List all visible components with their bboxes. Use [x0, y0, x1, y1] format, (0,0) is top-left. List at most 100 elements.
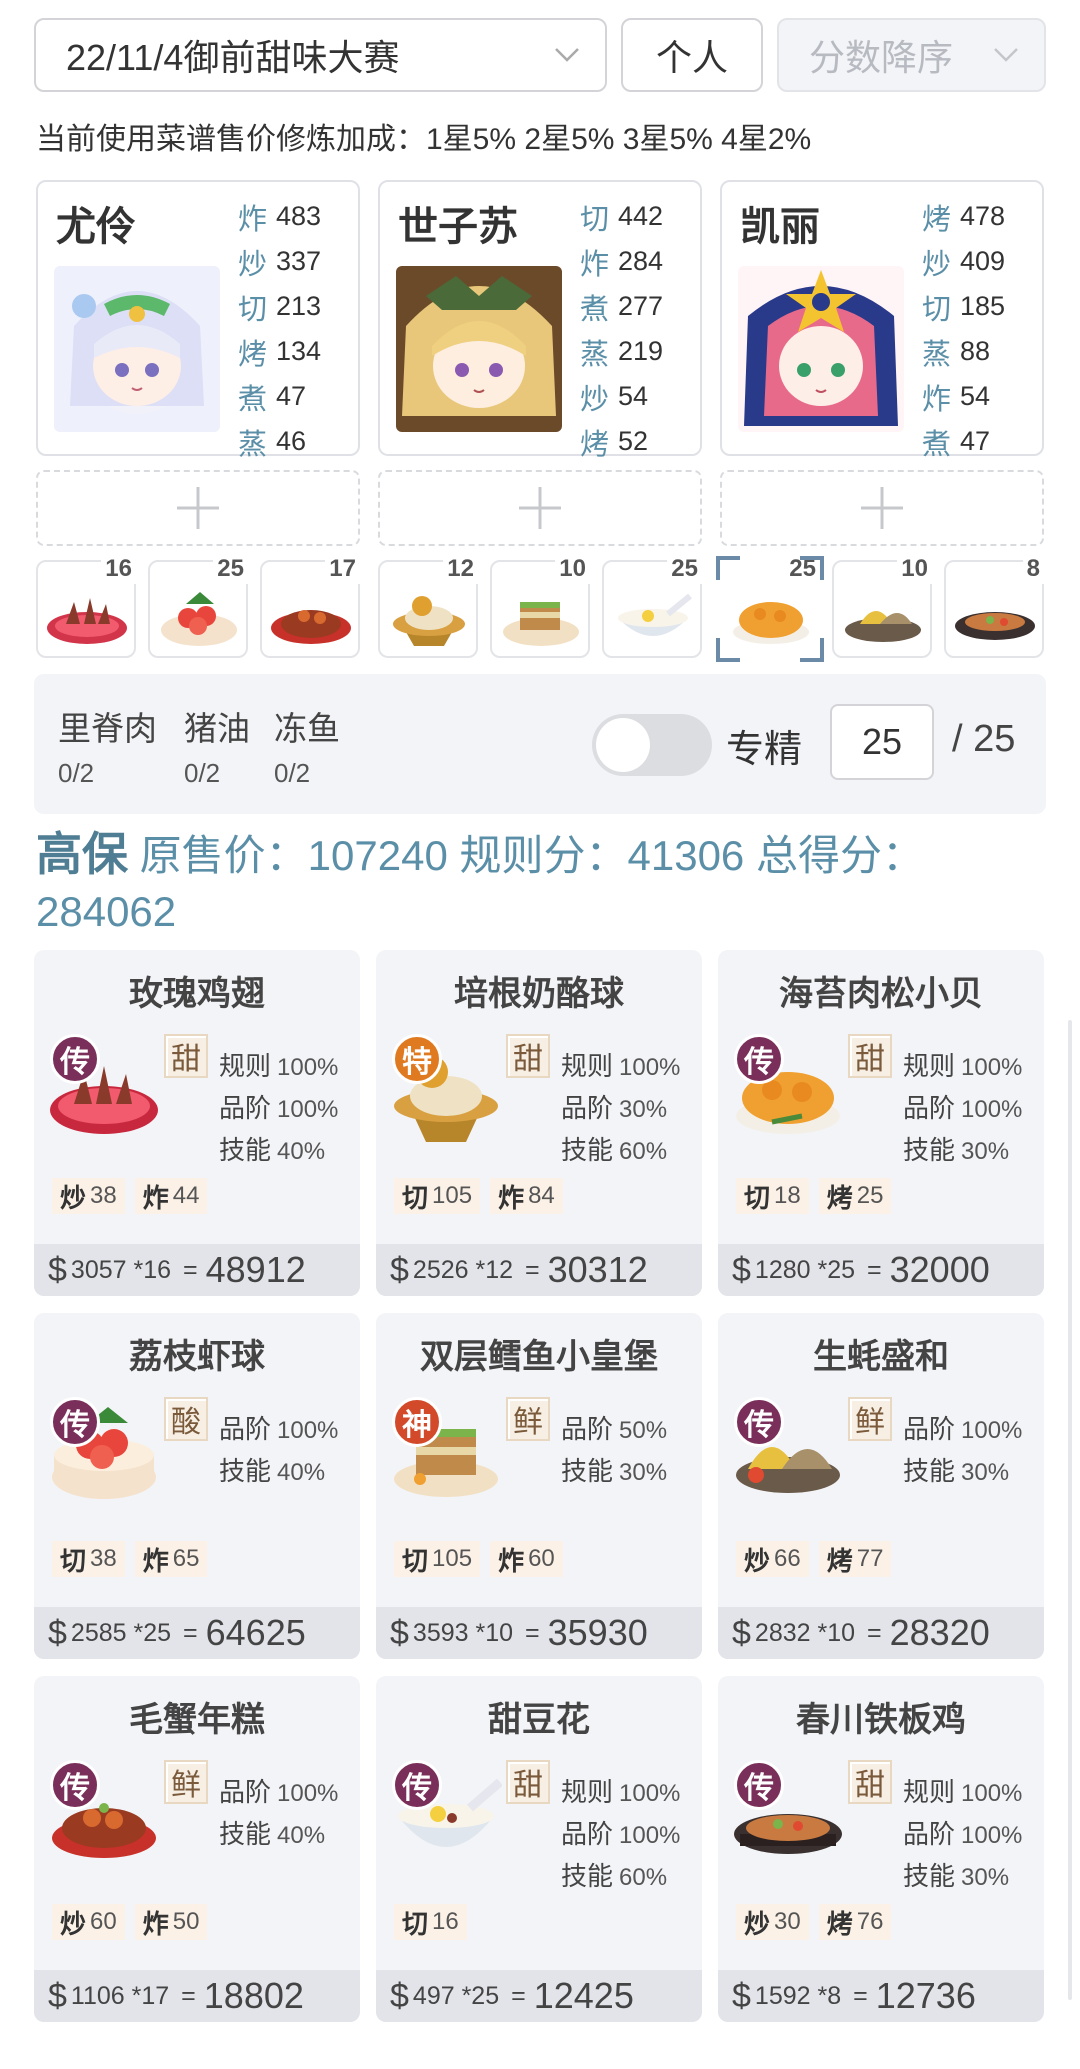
price-calc: 3057 *16 — [70, 1255, 172, 1284]
recipe-card[interactable]: 双层鳕鱼小皇堡神 鲜品阶 50% 技能 30% 切 105 炸 60 $3593 *10 = 3593… — [376, 1313, 702, 1659]
selection-corner — [800, 638, 824, 662]
chef-card[interactable]: 凯丽 烤 478 炒 409 切 185 蒸 88 炸 54 煮 47 — [720, 180, 1044, 461]
skill-requirement: 烤 76 — [818, 1904, 892, 1940]
equals-sign: = — [183, 1618, 198, 1647]
recipe-title: 春川铁板鸡 — [796, 1701, 966, 1739]
rule-row: 规则 100% — [219, 1051, 339, 1081]
recipe-card[interactable]: 海苔肉松小贝传 甜规则 100% 品阶 100% 技能 30% 切 18 烤 25 $1280 *25… — [718, 950, 1044, 1296]
price-calc: 1592 *8 — [754, 1981, 842, 2010]
skill-requirement: 炸 65 — [134, 1541, 208, 1577]
rule-row: 技能 30% — [903, 1456, 1010, 1486]
rule-list: 规则 100% 品阶 30% 技能 60% — [561, 1046, 680, 1172]
dish-quantity: 8 — [1022, 554, 1044, 584]
add-equip-button[interactable] — [378, 470, 702, 546]
dish-thumb[interactable]: 10 — [490, 554, 590, 658]
price-total: 18802 — [203, 1975, 304, 2016]
recipe-card[interactable]: 玫瑰鸡翅传 甜规则 100% 品阶 100% 技能 40% 炒 38 炸 44 $3057 *16 = 4… — [34, 950, 360, 1296]
dish-thumb[interactable]: 12 — [378, 554, 478, 658]
chef-card[interactable]: 尤伶 炸 483 炒 337 切 213 烤 134 煮 47 蒸 46 — [36, 180, 360, 461]
specialize-toggle[interactable] — [592, 714, 712, 776]
specialize-input[interactable]: 25 — [830, 704, 934, 780]
requirement-list: 切 38 炸 65 — [52, 1541, 208, 1577]
recipe-title: 培根奶酪球 — [454, 975, 624, 1013]
skill-requirement: 炸 60 — [490, 1541, 563, 1577]
price-row: $2585 *25 = 64625 — [34, 1607, 360, 1659]
skill-requirement: 切 105 — [394, 1541, 481, 1577]
price-total: 12736 — [875, 1975, 976, 2016]
rule-row: 规则 100% — [903, 1777, 1023, 1807]
oyster-platter-icon — [845, 611, 921, 642]
price-row: $1280 *25 = 32000 — [718, 1244, 1044, 1296]
chef-avatar — [738, 266, 904, 432]
rule-row: 品阶 100% — [903, 1414, 1023, 1444]
price-row: $3057 *16 = 48912 — [34, 1244, 360, 1296]
rule-row: 品阶 100% — [219, 1414, 339, 1444]
recipe-card[interactable]: 培根奶酪球特 甜规则 100% 品阶 30% 技能 60% 切 105 炸 84 $2526 *12 =… — [376, 950, 702, 1296]
dish-thumb[interactable]: 25 — [602, 554, 702, 658]
dish-thumb-selected[interactable]: 25 — [716, 554, 824, 662]
chef-skills: 烤 478 炒 409 切 185 蒸 88 炸 54 煮 47 — [922, 201, 1006, 461]
mode-select[interactable]: 个人 — [621, 18, 763, 92]
sweet-tofu-pudding-icon — [618, 593, 692, 636]
dish-quantity: 10 — [897, 554, 932, 584]
chef-card[interactable]: 世子苏 切 442 炸 284 煮 277 蒸 219 炒 54 烤 52 — [378, 180, 702, 461]
selection-corner — [716, 556, 740, 580]
dish-thumb[interactable]: 25 — [148, 554, 248, 658]
rule-row: 品阶 100% — [219, 1093, 339, 1123]
scrollbar[interactable] — [1068, 1020, 1072, 2000]
rule-row: 品阶 100% — [219, 1777, 339, 1807]
dollar-icon: $ — [48, 1250, 67, 1289]
dollar-icon: $ — [390, 1613, 409, 1652]
rule-row: 品阶 100% — [561, 1819, 681, 1849]
price-row: $1106 *17 = 18802 — [34, 1970, 360, 2022]
price-total: 48912 — [205, 1249, 306, 1290]
rule-list: 规则 100% 品阶 100% 技能 30% — [903, 1046, 1022, 1172]
chef-skills: 切 442 炸 284 煮 277 蒸 219 炒 54 烤 52 — [580, 201, 664, 461]
dish-thumb[interactable]: 10 — [832, 554, 932, 658]
skill-requirement: 炒 66 — [736, 1541, 809, 1577]
rose-chicken-wings-icon — [47, 598, 127, 644]
rule-row: 技能 40% — [219, 1819, 326, 1849]
recipe-card[interactable]: 生蚝盛和传 鲜品阶 100% 技能 30% 炒 66 烤 77 $2832 *10 = 28320 — [718, 1313, 1044, 1659]
selection-corner — [800, 556, 824, 580]
taste-tag: 鲜 — [506, 1397, 550, 1441]
dollar-icon: $ — [390, 1976, 409, 2015]
skill-requirement: 炸 84 — [490, 1178, 563, 1214]
rule-list: 规则 100% 品阶 100% 技能 30% — [903, 1772, 1022, 1898]
skill-requirement: 炸 50 — [134, 1904, 208, 1940]
price-total: 32000 — [889, 1249, 990, 1290]
dish-thumb[interactable]: 16 — [36, 554, 136, 658]
price-row: $2526 *12 = 30312 — [376, 1244, 702, 1296]
contest-select[interactable]: 22/11/4御前甜味大赛 — [34, 18, 607, 92]
skill-requirement: 切 38 — [52, 1541, 125, 1577]
dollar-icon: $ — [390, 1250, 409, 1289]
price-row: $2832 *10 = 28320 — [718, 1607, 1044, 1659]
recipe-card[interactable]: 荔枝虾球传 酸品阶 100% 技能 40% 切 38 炸 65 $2585 *25 = 64625 — [34, 1313, 360, 1659]
rule-row: 规则 100% — [903, 1051, 1023, 1081]
rule-list: 品阶 100% 技能 30% — [903, 1409, 1022, 1493]
rule-row: 技能 30% — [561, 1456, 668, 1486]
recipe-card[interactable]: 甜豆花传 甜规则 100% 品阶 100% 技能 60% 切 16 $497 *25 = 12425 — [376, 1676, 702, 2022]
recipe-card[interactable]: 毛蟹年糕传 鲜品阶 100% 技能 40% 炒 60 炸 50 $1106 *17 = 18802 — [34, 1676, 360, 2022]
rule-list: 规则 100% 品阶 100% 技能 40% — [219, 1046, 338, 1172]
chevron-down-icon — [555, 48, 579, 62]
recipe-card[interactable]: 春川铁板鸡传 甜规则 100% 品阶 100% 技能 30% 炒 30 烤 76 $1592 *8 = 1… — [718, 1676, 1044, 2022]
requirement-list: 切 18 烤 25 — [736, 1178, 892, 1214]
price-calc: 2585 *25 — [70, 1618, 172, 1647]
dollar-icon: $ — [732, 1976, 751, 2015]
dish-thumb[interactable]: 17 — [260, 554, 360, 658]
taste-tag: 甜 — [848, 1034, 892, 1078]
dish-thumb[interactable]: 8 — [944, 554, 1044, 658]
requirement-list: 炒 66 烤 77 — [736, 1541, 892, 1577]
score-text: 原售价：107240 规则分：41306 总得分：284062 — [36, 832, 924, 935]
taste-tag: 鲜 — [848, 1397, 892, 1441]
add-equip-button[interactable] — [36, 470, 360, 546]
skill-requirement: 烤 77 — [818, 1541, 892, 1577]
add-equip-button[interactable] — [720, 470, 1044, 546]
price-row: $1592 *8 = 12736 — [718, 1970, 1044, 2022]
chef-name: 尤伶 — [56, 205, 136, 249]
requirement-list: 炒 30 烤 76 — [736, 1904, 892, 1940]
taste-tag: 鲜 — [164, 1760, 208, 1804]
selection-corner — [716, 638, 740, 662]
sort-select[interactable]: 分数降序 — [777, 18, 1046, 92]
